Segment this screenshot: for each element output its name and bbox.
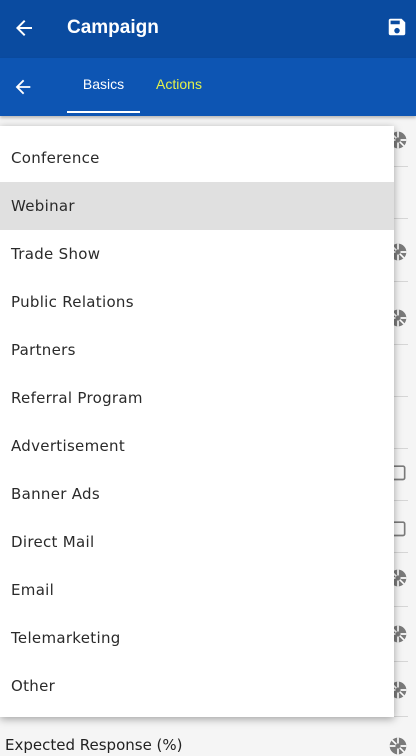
- dropdown-option[interactable]: Telemarketing: [0, 614, 394, 662]
- page-title: Campaign: [67, 17, 159, 38]
- expected-response-label: Expected Response (%): [5, 736, 183, 754]
- tab-actions[interactable]: Actions: [148, 58, 210, 110]
- dropdown-option[interactable]: Conference: [0, 134, 394, 182]
- tab-basics[interactable]: Basics: [67, 58, 140, 113]
- tab-actions-label: Actions: [156, 76, 202, 92]
- back-arrow-icon[interactable]: [12, 16, 36, 40]
- tab-bar: Basics Actions: [0, 58, 416, 116]
- aperture-icon[interactable]: [388, 736, 408, 756]
- save-icon[interactable]: [386, 16, 408, 38]
- app-bar: Campaign: [0, 0, 416, 58]
- dropdown-option[interactable]: Direct Mail: [0, 518, 394, 566]
- dropdown-option[interactable]: Public Relations: [0, 278, 394, 326]
- dropdown-option[interactable]: Banner Ads: [0, 470, 394, 518]
- dropdown-option-selected[interactable]: Webinar: [0, 182, 394, 230]
- dropdown-option[interactable]: Trade Show: [0, 230, 394, 278]
- tab-basics-label: Basics: [82, 76, 125, 92]
- dropdown-option[interactable]: Other: [0, 662, 394, 710]
- active-tab-indicator: [67, 111, 140, 113]
- dropdown-option[interactable]: Advertisement: [0, 422, 394, 470]
- back-arrow-icon[interactable]: [12, 76, 34, 98]
- campaign-type-dropdown: Conference Webinar Trade Show Public Rel…: [0, 126, 394, 717]
- dropdown-option[interactable]: Partners: [0, 326, 394, 374]
- dropdown-option[interactable]: Email: [0, 566, 394, 614]
- dropdown-option[interactable]: Referral Program: [0, 374, 394, 422]
